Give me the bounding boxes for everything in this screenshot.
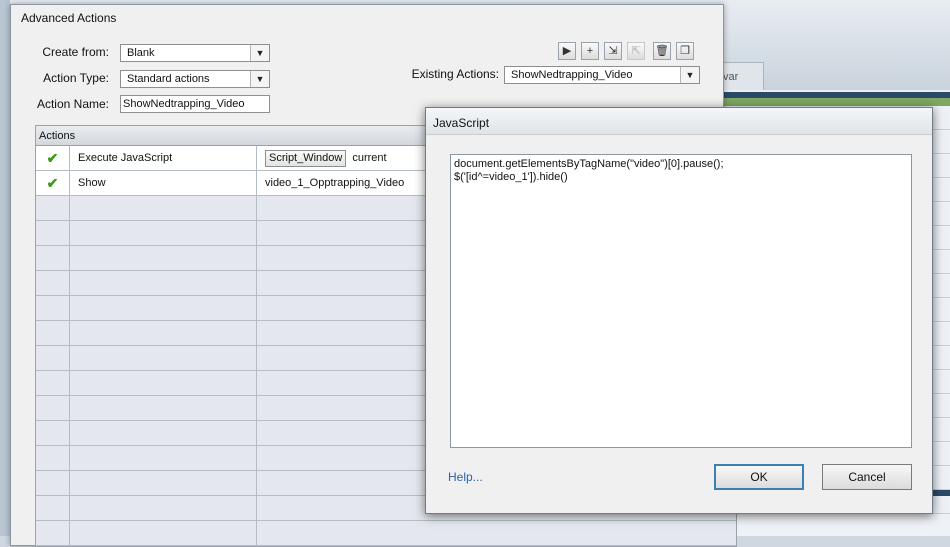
row-action [70,321,257,345]
row-status [36,221,70,245]
existing-actions-dropdown[interactable]: ShowNedtrapping_Video ▼ [504,66,700,84]
row-action [70,221,257,245]
add-icon[interactable]: + [581,42,599,60]
row-action [70,446,257,470]
chevron-down-icon: ▼ [250,71,269,87]
checkmark-icon: ✔ [46,150,59,166]
dialog-title: Advanced Actions [21,11,117,25]
action-type-label: Action Type: [43,71,109,85]
row-action[interactable]: Execute JavaScript [70,146,257,170]
row-action [70,496,257,520]
delete-icon[interactable]: 🗑 [653,42,671,60]
action-name-label: Action Name: [36,97,109,111]
row-status [36,271,70,295]
row-action [70,246,257,270]
row-status [36,296,70,320]
import-icon[interactable]: ⇲ [604,42,622,60]
help-link[interactable]: Help... [448,470,483,484]
create-from-label: Create from: [42,45,109,59]
row-status[interactable]: ✔ [36,146,70,170]
row-status [36,396,70,420]
create-from-dropdown[interactable]: Blank ▼ [120,44,270,62]
row-action [70,346,257,370]
javascript-code-editor[interactable]: document.getElementsByTagName("video")[0… [450,154,912,448]
preview-icon[interactable]: ▶ [558,42,576,60]
row-status [36,196,70,220]
row-action [70,371,257,395]
ok-button[interactable]: OK [714,464,804,490]
existing-actions-label: Existing Actions: [411,67,499,81]
action-type-dropdown[interactable]: Standard actions ▼ [120,70,270,88]
row-status [36,371,70,395]
checkmark-icon: ✔ [46,175,59,191]
javascript-dialog: JavaScript document.getElementsByTagName… [425,107,933,514]
javascript-dialog-title: JavaScript [433,116,490,130]
chevron-down-icon: ▼ [680,67,699,83]
row-status [36,496,70,520]
cancel-button[interactable]: Cancel [822,464,912,490]
row-status [36,471,70,495]
row-target-text: current [352,152,387,164]
empty-row[interactable] [36,521,736,546]
background-progress-bar [722,98,950,106]
export-icon[interactable]: ⇱ [627,42,645,60]
row-action [70,296,257,320]
create-from-value: Blank [127,47,155,59]
row-action [70,421,257,445]
row-status [36,421,70,445]
row-action [70,521,257,545]
row-action [70,271,257,295]
row-action [70,471,257,495]
background-tab[interactable]: var [718,62,764,90]
script-window-button[interactable]: Script_Window [265,149,347,167]
background-tab-label: var [723,71,739,83]
row-status [36,321,70,345]
row-status[interactable]: ✔ [36,171,70,195]
row-action [70,196,257,220]
row-status [36,521,70,545]
chevron-down-icon: ▼ [250,45,269,61]
row-action [70,396,257,420]
row-status [36,246,70,270]
background-left-panel [0,0,10,536]
row-status [36,346,70,370]
row-action[interactable]: Show [70,171,257,195]
existing-actions-value: ShowNedtrapping_Video [511,69,633,81]
duplicate-icon[interactable]: ❐ [676,42,694,60]
row-status [36,446,70,470]
javascript-dialog-titlebar[interactable]: JavaScript [426,108,932,135]
action-name-input[interactable]: ShowNedtrapping_Video [120,95,270,113]
action-type-value: Standard actions [127,73,210,85]
